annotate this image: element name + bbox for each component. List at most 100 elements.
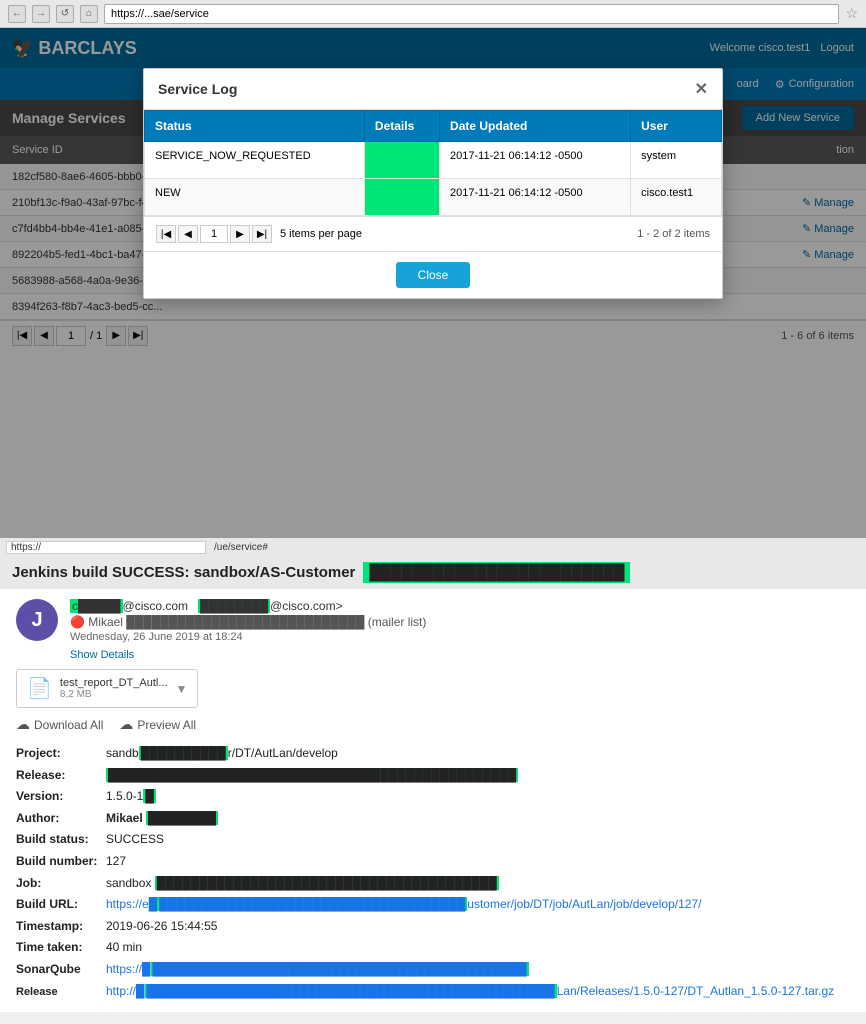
status-cell: SERVICE_NOW_REQUESTED (145, 142, 365, 179)
author-row: Author: Mikael ████████ (16, 808, 850, 830)
show-details-link[interactable]: Show Details (70, 649, 134, 661)
to-redact: ████████ (198, 599, 270, 613)
url-bar[interactable] (104, 4, 839, 24)
sonarqube-label: SonarQube (16, 959, 106, 981)
sonarqube-url-text: https://█ (106, 962, 151, 976)
job-value: sandbox ████████████████████████████████… (106, 873, 499, 895)
build-url-prefix: https://e█ (106, 897, 157, 911)
status-header: Status (145, 111, 365, 142)
version-label: Version: (16, 786, 106, 808)
cloud-download-icon: ☁ (16, 716, 30, 733)
modal-page-input[interactable] (200, 225, 228, 243)
modal-table-header-row: Status Details Date Updated User (145, 111, 722, 142)
modal-pagination: |◀ ◀ ▶ ▶| 5 items per page 1 - 2 of 2 it… (144, 216, 722, 251)
attachment-dropdown[interactable]: ▼ (176, 682, 188, 696)
release-row: Release: ███████████████████████████████… (16, 765, 850, 787)
download-all-text: Download All (34, 718, 103, 732)
to-domain: @cisco.com> (270, 599, 343, 613)
preview-all-link[interactable]: ☁ Preview All (119, 716, 196, 733)
modal-items-per-page: 5 items per page (280, 228, 362, 240)
build-url-link[interactable]: https://e███████████████████████████████… (106, 897, 701, 911)
email-date: Wednesday, 26 June 2019 at 18:24 (70, 631, 850, 643)
refresh-button[interactable]: ↺ (56, 5, 74, 23)
modal-close-btn[interactable]: Close (396, 262, 471, 288)
build-url-label: Build URL: (16, 894, 106, 916)
modal-close-row: Close (144, 251, 722, 298)
project-redact: ██████████ (139, 746, 228, 760)
release-url-text: http://█ (106, 984, 145, 998)
modal-overlay: Service Log ✕ Status Details Date Update… (0, 28, 866, 538)
user-cell: cisco.test1 (631, 179, 722, 216)
release-url-suffix: Lan/Releases/1.5.0-127/DT_Autlan_1.5.0-1… (557, 984, 835, 998)
details-green-block (365, 179, 439, 215)
build-info: Project: sandb██████████r/DT/AutLan/deve… (16, 743, 850, 1002)
email-content: J c█████@cisco.com ████████@cisco.com> 🔴… (0, 589, 866, 1012)
version-redact: █ (143, 789, 156, 803)
project-text: sandb (106, 746, 139, 760)
attachment-size: 8,2 MB (60, 689, 168, 700)
user-cell: system (631, 142, 722, 179)
status-bar: https:// /ue/service# (0, 538, 866, 556)
build-url-value: https://e███████████████████████████████… (106, 894, 701, 916)
build-status-row: Build status: SUCCESS (16, 829, 850, 851)
modal-close-button[interactable]: ✕ (695, 79, 708, 99)
build-url-redact: ████████████████████████████████████ (157, 897, 467, 911)
from-redact: c█████ (70, 599, 123, 613)
attachment-box: 📄 test_report_DT_Autl... 8,2 MB ▼ (16, 669, 198, 708)
modal-header: Service Log ✕ (144, 69, 722, 110)
version-row: Version: 1.5.0-1█ (16, 786, 850, 808)
jenkins-title-redact: ████████████████████████ (363, 562, 630, 583)
jenkins-title-bar: Jenkins build SUCCESS: sandbox/AS-Custom… (0, 556, 866, 589)
project-row: Project: sandb██████████r/DT/AutLan/deve… (16, 743, 850, 765)
version-value: 1.5.0-1█ (106, 786, 156, 808)
timestamp-row: Timestamp: 2019-06-26 15:44:55 (16, 916, 850, 938)
timestamp-label: Timestamp: (16, 916, 106, 938)
author-value: Mikael ████████ (106, 808, 218, 830)
timestamp-value: 2019-06-26 15:44:55 (106, 916, 217, 938)
sonarqube-value: https://████████████████████████████████… (106, 959, 529, 981)
modal-prev-page[interactable]: ◀ (178, 225, 198, 243)
details-header: Details (364, 111, 439, 142)
modal-next-page[interactable]: ▶ (230, 225, 250, 243)
email-sender-row: J c█████@cisco.com ████████@cisco.com> 🔴… (16, 599, 850, 661)
build-url-row: Build URL: https://e████████████████████… (16, 894, 850, 916)
email-section: Jenkins build SUCCESS: sandbox/AS-Custom… (0, 556, 866, 1012)
time-taken-label: Time taken: (16, 937, 106, 959)
modal-first-page[interactable]: |◀ (156, 225, 176, 243)
build-number-label: Build number: (16, 851, 106, 873)
modal-body: Status Details Date Updated User SERVICE… (144, 110, 722, 216)
release-url-row: Release http://█████████████████████████… (16, 981, 850, 1003)
preview-all-text: Preview All (137, 718, 196, 732)
barclays-app: 🦅 BARCLAYS Welcome cisco.test1 Logout oa… (0, 28, 866, 538)
forward-button[interactable]: → (32, 5, 50, 23)
modal-table-row: NEW 2017-11-21 06:14:12 -0500 cisco.test… (145, 179, 722, 216)
job-row: Job: sandbox ███████████████████████████… (16, 873, 850, 895)
release-redact: ████████████████████████████████████████… (106, 768, 518, 782)
sonarqube-row: SonarQube https://██████████████████████… (16, 959, 850, 981)
details-green-block (365, 142, 439, 178)
mikael-text: Mikael ████████████████████████████ (mai… (88, 615, 426, 629)
bookmark-star[interactable]: ☆ (845, 5, 858, 22)
job-redact: ████████████████████████████████████████ (155, 876, 499, 890)
modal-pagination-controls: |◀ ◀ ▶ ▶| 5 items per page (156, 225, 362, 243)
date-updated-header: Date Updated (440, 111, 631, 142)
sonarqube-redact: ████████████████████████████████████████… (151, 962, 529, 976)
sonarqube-link[interactable]: https://████████████████████████████████… (106, 962, 529, 976)
release-url-value: http://█████████████████████████████████… (106, 981, 834, 1003)
status-cell: NEW (145, 179, 365, 216)
email-from: c█████@cisco.com ████████@cisco.com> (70, 599, 850, 613)
jenkins-title-text: Jenkins build SUCCESS: sandbox/AS-Custom… (12, 564, 355, 581)
back-button[interactable]: ← (8, 5, 26, 23)
download-row: ☁ Download All ☁ Preview All (16, 716, 850, 733)
cloud-preview-icon: ☁ (119, 716, 133, 733)
details-cell (364, 142, 439, 179)
modal-last-page[interactable]: ▶| (252, 225, 272, 243)
project-suffix: r/DT/AutLan/develop (228, 746, 338, 760)
home-button[interactable]: ⌂ (80, 5, 98, 23)
download-all-link[interactable]: ☁ Download All (16, 716, 103, 733)
version-text: 1.5.0-1 (106, 789, 143, 803)
time-taken-row: Time taken: 40 min (16, 937, 850, 959)
build-number-value: 127 (106, 851, 126, 873)
release-url-link[interactable]: http://█████████████████████████████████… (106, 984, 834, 998)
build-url-suffix: ustomer/job/DT/job/AutLan/job/develop/12… (467, 897, 701, 911)
